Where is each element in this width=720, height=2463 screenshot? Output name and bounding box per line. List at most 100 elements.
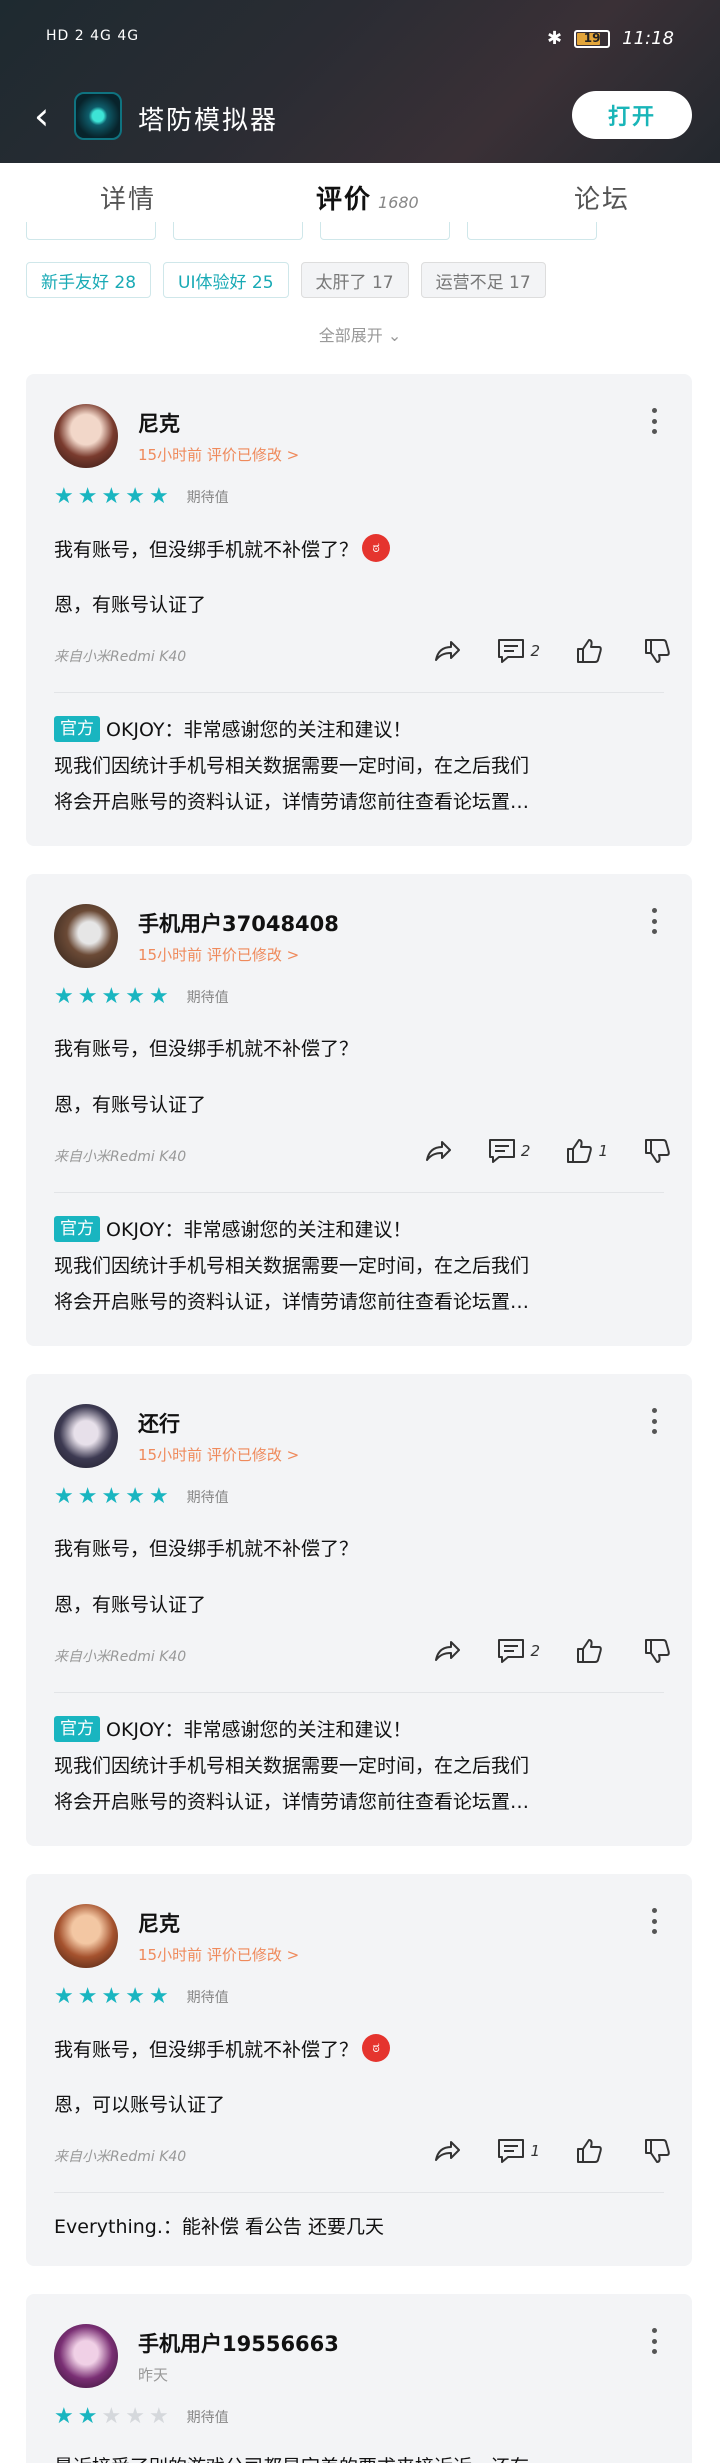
share-button[interactable]	[432, 2136, 462, 2166]
tag-item[interactable]: 太肝了 17	[300, 262, 409, 298]
tag-item[interactable]: UI体验好 25	[163, 262, 289, 298]
thumbs-down-icon	[645, 639, 670, 663]
like-button[interactable]	[574, 636, 608, 666]
thumbs-up-icon	[567, 1139, 593, 1163]
reviewer-name[interactable]: 尼克	[138, 1908, 180, 1938]
star-rating: ★ ★ ★ ★ ★ 期待值	[54, 486, 229, 508]
app-icon	[74, 92, 122, 140]
star-icon: ★	[77, 2404, 98, 2429]
like-button[interactable]: 1	[564, 1136, 608, 1166]
official-reply[interactable]: 官方 OKJOY：非常感谢您的关注和建议！ 现我们因统计手机号相关数据需要一定时间…	[54, 1712, 664, 1820]
more-icon[interactable]	[652, 408, 658, 434]
divider	[54, 2192, 664, 2193]
expand-all[interactable]: 全部展开 ⌄	[0, 322, 720, 346]
comment-button[interactable]: 2	[487, 1136, 530, 1166]
star-icon: ★	[77, 1484, 98, 1509]
back-arrow-icon[interactable]: ‹	[34, 96, 64, 136]
bluetooth-icon: ✱	[547, 28, 563, 49]
avatar[interactable]	[54, 404, 118, 468]
status-bar: HD 2 4G 4G ✱ 19 11:18	[0, 0, 720, 82]
star-icon: ★	[54, 984, 74, 1009]
tag-clipped[interactable]	[173, 222, 304, 240]
thumbs-down-icon	[645, 1639, 670, 1663]
status-left: HD 2 4G 4G	[46, 28, 139, 44]
star-icon: ★	[101, 2404, 122, 2429]
tag-item[interactable]: 新手友好 28	[26, 262, 152, 298]
star-icon: ★	[101, 984, 122, 1009]
star-icon: ★	[54, 484, 74, 509]
review-time[interactable]: 15小时前 评价已修改 >	[138, 1944, 299, 1965]
nav-bar: ‹ 塔防模拟器 打开	[0, 86, 720, 146]
star-icon: ★	[101, 1484, 122, 1509]
thumbs-up-icon	[577, 2139, 602, 2163]
user-reply[interactable]: Everything.：能补偿 看公告 还要几天	[54, 2212, 664, 2239]
share-icon	[435, 1641, 461, 1661]
more-icon[interactable]	[652, 2328, 658, 2354]
review-text-line2: 恩，有账号认证了	[54, 594, 207, 616]
tag-item[interactable]: 运营不足 17	[420, 262, 546, 298]
dislike-button[interactable]	[642, 1636, 672, 1666]
official-reply[interactable]: 官方 OKJOY：非常感谢您的关注和建议！ 现我们因统计手机号相关数据需要一定时间…	[54, 712, 664, 820]
like-button[interactable]	[574, 1636, 608, 1666]
share-button[interactable]	[423, 1136, 453, 1166]
tab-reviews[interactable]: 评价 1680	[316, 179, 419, 216]
dislike-button[interactable]	[642, 1136, 672, 1166]
tab-forum[interactable]: 论坛	[574, 179, 630, 216]
thumbs-down-icon	[645, 1139, 670, 1163]
review-actions: 2	[398, 1636, 672, 1666]
chevron-down-icon: ⌄	[387, 326, 402, 345]
app-header: HD 2 4G 4G ✱ 19 11:18 ‹ 塔防模拟器 打开	[0, 0, 720, 163]
tag-clipped[interactable]	[467, 222, 598, 240]
review-actions: 2 1	[389, 1136, 672, 1166]
official-reply[interactable]: 官方 OKJOY：非常感谢您的关注和建议！ 现我们因统计手机号相关数据需要一定时间…	[54, 1212, 664, 1320]
comment-button[interactable]: 2	[496, 636, 540, 666]
divider	[54, 1192, 664, 1193]
review-time[interactable]: 昨天	[138, 2364, 168, 2385]
dislike-button[interactable]	[642, 636, 672, 666]
open-button[interactable]: 打开	[572, 91, 692, 139]
star-icon: ★	[148, 984, 169, 1009]
review-time[interactable]: 15小时前 评价已修改 >	[138, 444, 299, 465]
tab-details[interactable]: 详情	[100, 179, 156, 216]
comment-button[interactable]: 2	[496, 1636, 540, 1666]
tag-clipped[interactable]	[320, 222, 451, 240]
reviewer-name[interactable]: 手机用户19556663	[138, 2328, 339, 2358]
comment-icon	[498, 639, 525, 663]
star-icon: ★	[148, 2404, 169, 2429]
more-icon[interactable]	[652, 1408, 658, 1434]
share-button[interactable]	[432, 1636, 462, 1666]
thumbs-down-icon	[645, 2139, 670, 2163]
share-icon	[425, 1141, 451, 1161]
review-time[interactable]: 15小时前 评价已修改 >	[138, 944, 299, 965]
tag-clipped[interactable]	[26, 222, 156, 240]
review-time[interactable]: 15小时前 评价已修改 >	[138, 1444, 299, 1465]
angry-emoji-icon: ಠ	[362, 534, 391, 562]
avatar[interactable]	[54, 904, 118, 968]
like-button[interactable]	[574, 2136, 608, 2166]
reviewer-name[interactable]: 尼克	[138, 408, 180, 438]
avatar[interactable]	[54, 1404, 118, 1468]
review-text: 我有账号，但没绑手机就不补偿了？	[54, 1538, 359, 1560]
review-card: 尼克 15小时前 评价已修改 > ★ ★ ★ ★ ★ 期待值 我有账号，但没绑手机就不补…	[26, 1874, 692, 2266]
dislike-button[interactable]	[642, 2136, 672, 2166]
avatar[interactable]	[54, 2324, 118, 2388]
official-badge: 官方	[54, 716, 100, 742]
review-text: 我有账号，但没绑手机就不补偿了？ ಠ	[54, 534, 391, 562]
star-icon: ★	[125, 2404, 145, 2429]
star-icon: ★	[101, 484, 122, 509]
more-icon[interactable]	[652, 908, 658, 934]
comment-icon	[488, 1139, 515, 1163]
reviewer-name[interactable]: 手机用户37048408	[138, 908, 339, 938]
comment-button[interactable]: 1	[496, 2136, 540, 2166]
review-text: 最近接受了别的游戏公司都是定差的要求来接近近，还有	[54, 2452, 664, 2463]
reviewer-name[interactable]: 还行	[138, 1408, 180, 1438]
share-button[interactable]	[432, 636, 462, 666]
avatar[interactable]	[54, 1904, 118, 1968]
review-card: 还行 15小时前 评价已修改 > ★ ★ ★ ★ ★ 期待值 我有账号，但没绑手机就不补…	[26, 1374, 692, 1846]
star-icon: ★	[148, 1984, 169, 2009]
review-text: 我有账号，但没绑手机就不补偿了？ ಠ	[54, 2034, 391, 2062]
comment-count: 2	[530, 642, 540, 660]
rating-label: 期待值	[186, 490, 229, 506]
comment-icon	[498, 2139, 525, 2163]
more-icon[interactable]	[652, 1908, 658, 1934]
